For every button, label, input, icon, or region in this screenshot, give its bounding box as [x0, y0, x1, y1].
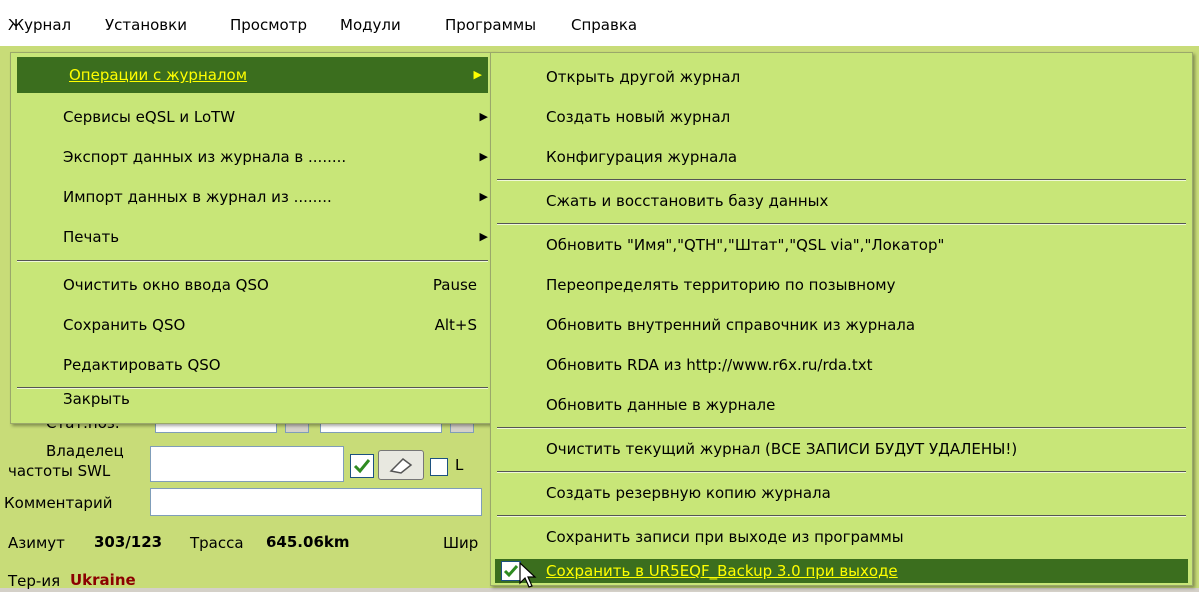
menu-help[interactable]: Справка — [571, 14, 637, 36]
menu-item-save-qso[interactable]: Сохранить QSO Alt+S — [11, 305, 494, 345]
mouse-cursor-icon — [519, 561, 539, 588]
menu-item-label: Обновить данные в журнале — [546, 396, 776, 414]
menu-item-label: Очистить текущий журнал (ВСЕ ЗАПИСИ БУДУ… — [546, 440, 1018, 458]
menu-item-label: Импорт данных в журнал из ........ — [63, 188, 332, 206]
owner-label-2: частоты SWL — [8, 462, 111, 480]
menu-item-shortcut: Pause — [432, 276, 477, 294]
menu-item-import[interactable]: Импорт данных в журнал из ........ ▶ — [11, 177, 494, 217]
menu-item-label: Конфигурация журнала — [546, 148, 738, 166]
menu-item-clear-journal[interactable]: Очистить текущий журнал (ВСЕ ЗАПИСИ БУДУ… — [491, 429, 1192, 469]
menu-item-shortcut: Alt+S — [434, 316, 477, 334]
menu-item-label: Очистить окно ввода QSO — [63, 276, 269, 294]
journal-menu: Операции с журналом ▶ Сервисы eQSL и LoT… — [10, 52, 495, 424]
submenu-arrow-icon: ▶ — [479, 150, 488, 163]
menu-item-journal-config[interactable]: Конфигурация журнала — [491, 137, 1192, 177]
menu-item-export[interactable]: Экспорт данных из журнала в ........ ▶ — [11, 137, 494, 177]
menu-item-close[interactable]: Закрыть — [11, 379, 494, 419]
confirm-check-icon[interactable] — [350, 454, 374, 478]
menu-item-label: Создать новый журнал — [546, 108, 731, 126]
menu-separator — [17, 260, 488, 262]
menu-item-label: Печать — [63, 228, 120, 246]
option-checkbox[interactable] — [430, 458, 448, 476]
menu-item-label: Обновить "Имя","QTH","Штат","QSL via","Л… — [546, 236, 945, 254]
menu-item-save-on-exit[interactable]: Сохранить записи при выходе из программы — [491, 517, 1192, 557]
path-label: Трасса — [190, 534, 244, 552]
checkmark-icon — [501, 561, 521, 581]
menu-item-label: Создать резервную копию журнала — [546, 484, 831, 502]
comment-input[interactable] — [150, 488, 482, 516]
width-label: Шир — [443, 534, 479, 552]
eraser-icon — [389, 458, 413, 474]
menu-item-label: Открыть другой журнал — [546, 68, 741, 86]
owner-label-1: Владелец — [46, 442, 124, 460]
menu-item-label: Обновить внутренний справочник из журнал… — [546, 316, 916, 334]
menu-item-clear-qso[interactable]: Очистить окно ввода QSO Pause — [11, 265, 494, 305]
menu-journal[interactable]: Журнал — [8, 14, 71, 36]
menu-item-label: Обновить RDA из http://www.r6x.ru/rda.tx… — [546, 356, 873, 374]
menu-item-print[interactable]: Печать ▶ — [11, 217, 494, 257]
menu-item-new-journal[interactable]: Создать новый журнал — [491, 97, 1192, 137]
menu-item-update-reference[interactable]: Обновить внутренний справочник из журнал… — [491, 305, 1192, 345]
menu-item-label: Экспорт данных из журнала в ........ — [63, 148, 347, 166]
menu-item-update-fields[interactable]: Обновить "Имя","QTH","Штат","QSL via","Л… — [491, 225, 1192, 265]
menu-modules[interactable]: Модули — [340, 14, 401, 36]
submenu-arrow-icon: ▶ — [479, 110, 488, 123]
menu-item-compact-db[interactable]: Сжать и восстановить базу данных — [491, 181, 1192, 221]
menu-item-backup-on-exit[interactable]: Сохранить в UR5EQF_Backup 3.0 при выходе — [495, 559, 1188, 583]
menu-programs[interactable]: Программы — [445, 14, 536, 36]
menu-item-label: Сохранить записи при выходе из программы — [546, 528, 904, 546]
path-value: 645.06km — [266, 533, 350, 551]
menu-item-label: Сохранить в UR5EQF_Backup 3.0 при выходе — [546, 562, 898, 580]
country-value: Ukraine — [70, 571, 136, 589]
journal-operations-submenu: Открыть другой журнал Создать новый журн… — [490, 52, 1193, 586]
menu-item-journal-operations[interactable]: Операции с журналом ▶ — [17, 57, 488, 93]
azimuth-label: Азимут — [8, 534, 65, 552]
menu-item-update-data[interactable]: Обновить данные в журнале — [491, 385, 1192, 425]
menu-item-label: Операции с журналом — [69, 66, 248, 84]
menu-item-redefine-territory[interactable]: Переопределять территорию по позывному — [491, 265, 1192, 305]
menu-item-label: Переопределять территорию по позывному — [546, 276, 896, 294]
menu-item-label: Закрыть — [63, 390, 130, 408]
menu-item-eqsl-lotw[interactable]: Сервисы eQSL и LoTW ▶ — [11, 97, 494, 137]
menu-item-label: Сервисы eQSL и LoTW — [63, 108, 236, 126]
menu-view[interactable]: Просмотр — [230, 14, 307, 36]
country-label: Тер-ия — [8, 572, 61, 590]
submenu-arrow-icon: ▶ — [479, 190, 488, 203]
comment-label: Комментарий — [4, 494, 113, 512]
menu-item-label: Сохранить QSO — [63, 316, 186, 334]
option-letter: L — [455, 456, 464, 474]
submenu-arrow-icon: ▶ — [473, 68, 482, 81]
menu-item-update-rda[interactable]: Обновить RDA из http://www.r6x.ru/rda.tx… — [491, 345, 1192, 385]
eraser-button[interactable] — [378, 450, 424, 480]
menu-bar: Журнал Установки Просмотр Модули Програм… — [0, 0, 1199, 47]
menu-item-label: Сжать и восстановить базу данных — [546, 192, 829, 210]
menu-item-open-journal[interactable]: Открыть другой журнал — [491, 57, 1192, 97]
submenu-arrow-icon: ▶ — [479, 230, 488, 243]
swl-owner-input[interactable] — [150, 446, 344, 482]
menu-settings[interactable]: Установки — [105, 14, 187, 36]
menu-item-create-backup[interactable]: Создать резервную копию журнала — [491, 473, 1192, 513]
azimuth-value: 303/123 — [94, 533, 163, 551]
